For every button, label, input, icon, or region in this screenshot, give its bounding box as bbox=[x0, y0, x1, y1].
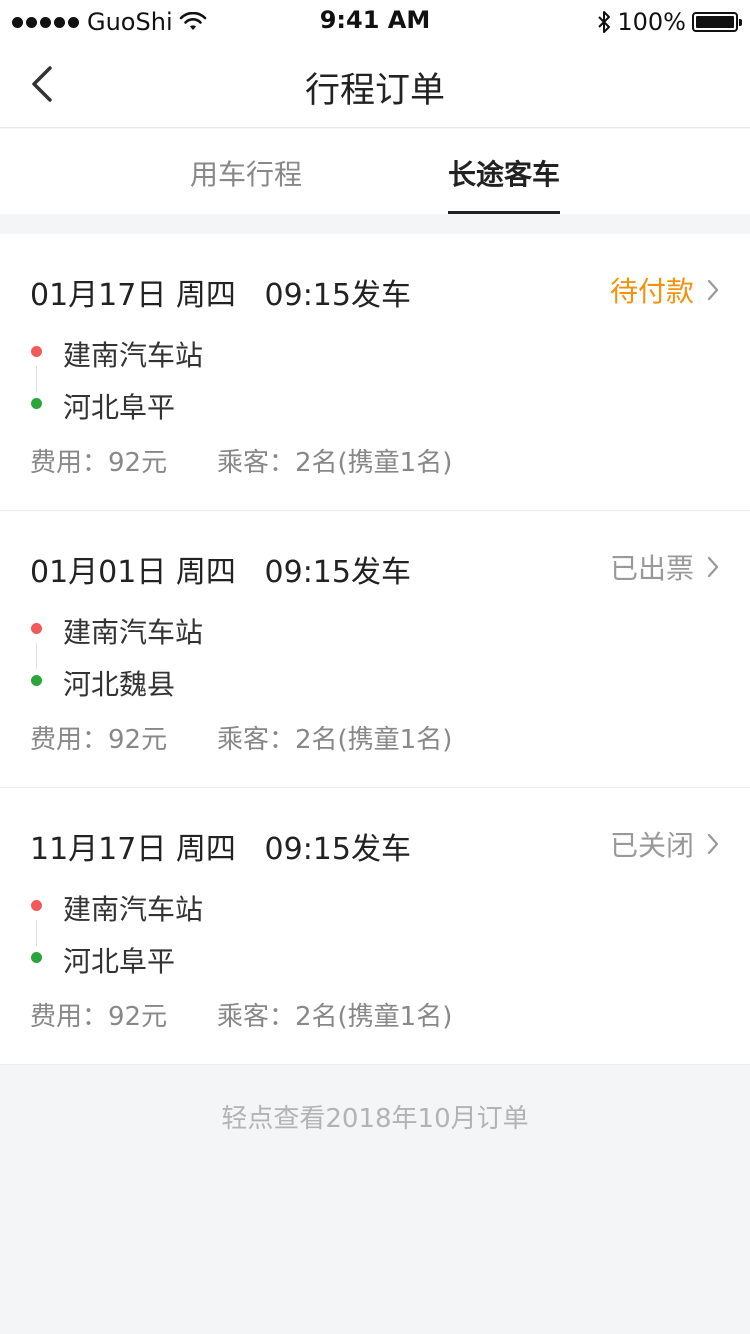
battery-icon bbox=[692, 12, 742, 32]
active-tab-indicator bbox=[448, 211, 561, 214]
page-title: 行程订单 bbox=[304, 71, 445, 111]
destination-station: 河北阜平 bbox=[63, 391, 176, 424]
origin-dot bbox=[31, 900, 42, 911]
destination-dot bbox=[31, 398, 42, 409]
order-status: 已关闭 bbox=[609, 829, 694, 862]
origin-station: 建南汽车站 bbox=[63, 616, 204, 649]
order-date: 11月17日 bbox=[30, 832, 167, 867]
order-fee: 费用：92元 bbox=[30, 725, 168, 755]
tab-label: 长途客车 bbox=[448, 158, 561, 191]
order-status: 待付款 bbox=[609, 275, 694, 308]
order-card[interactable]: 01月17日 周四 09:15发车 待付款 建南汽车站 河北阜平 费用：92元 … bbox=[0, 234, 750, 511]
order-weekday: 周四 bbox=[175, 278, 236, 313]
chevron-right-icon bbox=[707, 556, 719, 578]
order-card[interactable]: 11月17日 周四 09:15发车 已关闭 建南汽车站 河北阜平 费用：92元 … bbox=[0, 788, 750, 1065]
destination-dot bbox=[31, 952, 42, 963]
order-header: 01月17日 周四 09:15发车 bbox=[30, 270, 411, 314]
order-date: 01月17日 bbox=[30, 278, 167, 313]
tab-bar: 用车行程 长途客车 bbox=[0, 129, 750, 214]
order-list: 01月17日 周四 09:15发车 待付款 建南汽车站 河北阜平 费用：92元 … bbox=[0, 234, 750, 1065]
order-departure: 09:15发车 bbox=[264, 555, 411, 590]
battery-percent: 100% bbox=[617, 8, 686, 36]
bluetooth-icon bbox=[598, 11, 611, 33]
order-status: 已出票 bbox=[609, 552, 694, 585]
route-line bbox=[36, 366, 37, 392]
order-passengers: 乘客：2名(携童1名) bbox=[217, 725, 453, 755]
order-weekday: 周四 bbox=[175, 832, 236, 867]
origin-dot bbox=[31, 346, 42, 357]
destination-station: 河北阜平 bbox=[63, 945, 176, 978]
destination-station: 河北魏县 bbox=[63, 668, 176, 701]
order-weekday: 周四 bbox=[175, 555, 236, 590]
destination-dot bbox=[31, 675, 42, 686]
order-passengers: 乘客：2名(携童1名) bbox=[217, 448, 453, 478]
order-card[interactable]: 01月01日 周四 09:15发车 已出票 建南汽车站 河北魏县 费用：92元 … bbox=[0, 511, 750, 788]
origin-dot bbox=[31, 623, 42, 634]
origin-station: 建南汽车站 bbox=[63, 893, 204, 926]
view-previous-orders-link[interactable]: 轻点查看2018年10月订单 bbox=[0, 1098, 750, 1135]
chevron-right-icon bbox=[707, 279, 719, 301]
order-fee: 费用：92元 bbox=[30, 1002, 168, 1032]
tab-car-trips[interactable]: 用车行程 bbox=[190, 153, 302, 214]
order-fee: 费用：92元 bbox=[30, 448, 168, 478]
order-passengers: 乘客：2名(携童1名) bbox=[217, 1002, 453, 1032]
order-date: 01月01日 bbox=[30, 555, 167, 590]
status-bar: GuoShi 9:41 AM 100% bbox=[0, 0, 750, 40]
nav-bar: 行程订单 bbox=[0, 40, 750, 128]
route-line bbox=[36, 643, 37, 669]
order-departure: 09:15发车 bbox=[264, 278, 411, 313]
chevron-right-icon bbox=[707, 833, 719, 855]
order-departure: 09:15发车 bbox=[264, 832, 411, 867]
order-header: 11月17日 周四 09:15发车 bbox=[30, 824, 411, 868]
tab-long-distance-bus[interactable]: 长途客车 bbox=[448, 153, 561, 214]
origin-station: 建南汽车站 bbox=[63, 339, 204, 372]
status-right: 100% bbox=[597, 8, 742, 36]
order-header: 01月01日 周四 09:15发车 bbox=[30, 547, 411, 591]
route-line bbox=[36, 920, 37, 946]
